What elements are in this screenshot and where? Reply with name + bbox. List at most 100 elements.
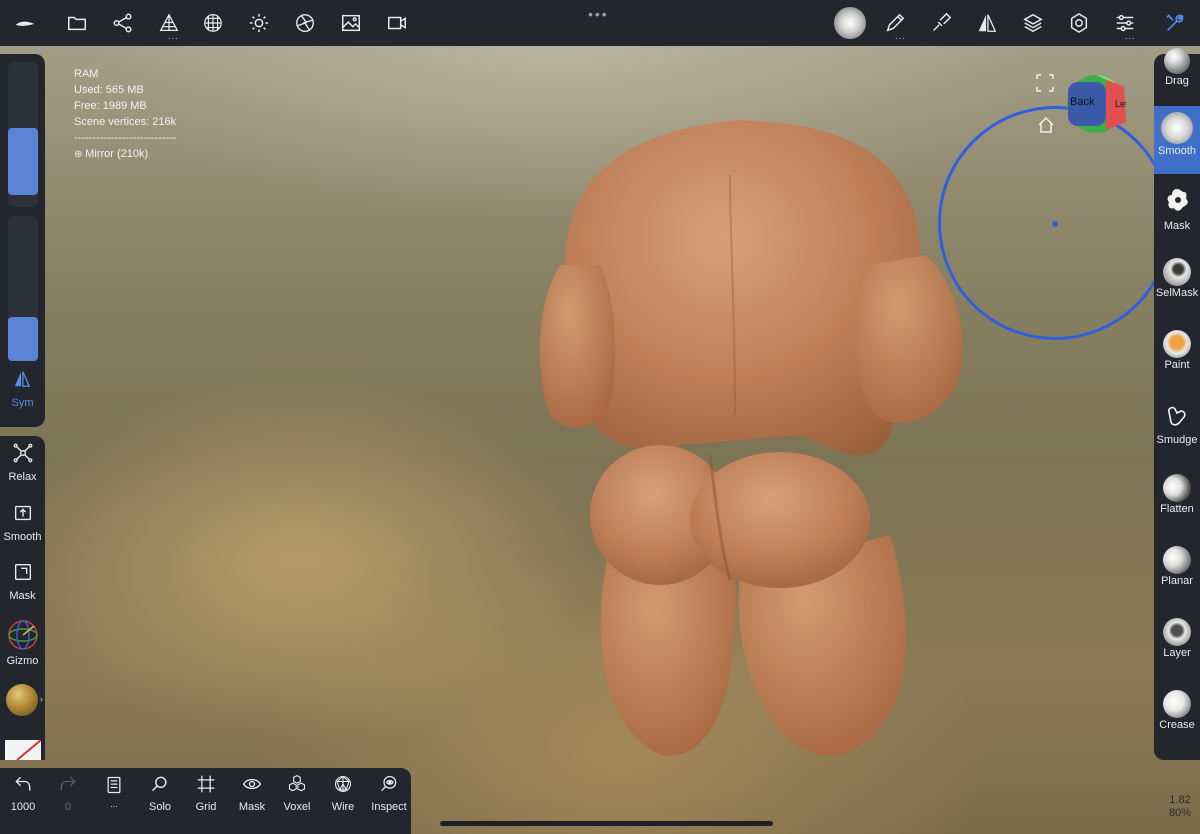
symmetry-icon[interactable] <box>974 10 1000 36</box>
radius-slider-fill <box>8 128 38 195</box>
nav-cube-left-label: Lef <box>1115 99 1126 109</box>
gizmo-icon <box>7 620 38 650</box>
left-tools-panel: Relax Smooth Mask Gizmo › <box>0 436 45 760</box>
layers-icon[interactable] <box>1020 10 1046 36</box>
mirror-label: Mirror (210k) <box>85 148 149 160</box>
color-swatch-icon[interactable] <box>5 740 41 760</box>
selmask-tool[interactable]: SelMask <box>1154 258 1200 299</box>
relax-label: Relax <box>8 471 37 483</box>
history-button[interactable]: ... <box>92 774 136 809</box>
planar-icon <box>1163 546 1191 574</box>
wire-button[interactable]: Wire <box>321 774 365 813</box>
grid-button[interactable]: Grid <box>184 774 228 813</box>
crease-tool[interactable]: Crease <box>1154 690 1200 731</box>
planar-label: Planar <box>1161 575 1193 587</box>
wire-icon <box>334 775 352 793</box>
mirror-line: ⊛ Mirror (210k) <box>74 146 177 163</box>
zoom-readout: 1.82 80% <box>1160 794 1200 820</box>
drag-tool[interactable]: Drag <box>1154 48 1200 100</box>
redo-count: 0 <box>64 801 72 813</box>
gizmo-tool[interactable]: Gizmo <box>0 618 45 667</box>
drag-label: Drag <box>1165 75 1189 87</box>
flatten-icon <box>1163 474 1191 502</box>
mask-box-icon <box>14 563 31 581</box>
gizmo-label: Gizmo <box>6 655 39 667</box>
image-icon[interactable] <box>338 10 364 36</box>
grid-label: Grid <box>195 801 217 813</box>
wire-label: Wire <box>331 801 355 813</box>
smudge-tool[interactable]: Smudge <box>1154 402 1200 446</box>
solo-label: Solo <box>148 801 172 813</box>
home-view-icon[interactable] <box>1037 116 1055 139</box>
voxel-label: Voxel <box>283 801 311 813</box>
planar-tool[interactable]: Planar <box>1154 546 1200 587</box>
layer-icon <box>1163 618 1191 646</box>
folder-icon[interactable] <box>64 10 90 36</box>
stats-divider: ---------------------------- <box>74 132 177 144</box>
smooth-box-label: Smooth <box>3 531 42 543</box>
radius-slider[interactable] <box>8 62 38 207</box>
brush-alpha-icon[interactable] <box>834 7 866 39</box>
mask-splat-icon <box>1167 189 1188 211</box>
left-slider-panel: Sym <box>0 54 45 427</box>
camera-aperture-icon[interactable] <box>292 10 318 36</box>
navigation-cube[interactable]: Back Lef <box>1066 74 1126 134</box>
multires-icon[interactable] <box>200 10 226 36</box>
inspect-label: Inspect <box>371 801 407 813</box>
search-icon <box>151 776 167 792</box>
intensity-slider[interactable] <box>8 216 38 361</box>
solo-button[interactable]: Solo <box>138 774 182 813</box>
app-logo-icon[interactable] <box>12 10 38 36</box>
ram-free: Free: 1989 MB <box>74 100 147 112</box>
home-indicator[interactable] <box>440 821 773 826</box>
mask-box-label: Mask <box>9 590 36 602</box>
undo-icon <box>15 776 31 791</box>
symmetry-small-icon[interactable] <box>11 370 33 393</box>
layer-label: Layer <box>1163 647 1191 659</box>
smooth-tool[interactable]: Smooth <box>1154 106 1200 174</box>
ram-label: RAM <box>74 68 99 80</box>
undo-count: 1000 <box>10 801 36 813</box>
smooth-box-tool[interactable]: Smooth <box>0 502 45 543</box>
selmask-label: SelMask <box>1155 287 1199 299</box>
relax-tool[interactable]: Relax <box>0 442 45 483</box>
smooth-box-icon <box>14 505 31 521</box>
stats-overlay: RAM Used: 565 MB Free: 1989 MB Scene ver… <box>74 66 177 163</box>
ram-used: Used: 565 MB <box>74 84 144 96</box>
undo-button[interactable]: 1000 <box>1 774 45 813</box>
frame-icon[interactable] <box>1036 74 1054 97</box>
scene-tree-icon[interactable] <box>110 10 136 36</box>
mirror-icon: ⊛ <box>74 149 86 160</box>
material-ball-icon[interactable] <box>6 684 38 716</box>
sym-label[interactable]: Sym <box>0 397 45 409</box>
scene-vertices: Scene vertices: 216k <box>74 116 177 128</box>
mask-tool[interactable]: Mask <box>1154 186 1200 232</box>
flatten-label: Flatten <box>1160 503 1194 515</box>
voxel-icon <box>288 775 306 792</box>
mask-box-tool[interactable]: Mask <box>0 561 45 602</box>
inspect-button[interactable]: Inspect <box>367 774 411 813</box>
smooth-label: Smooth <box>1158 145 1196 157</box>
crease-label: Crease <box>1159 719 1195 731</box>
flatten-tool[interactable]: Flatten <box>1154 474 1200 515</box>
video-icon[interactable] <box>384 10 410 36</box>
sculpt-model[interactable] <box>530 115 970 765</box>
top-toolbar: ... ••• ... ... <box>0 0 1200 46</box>
smooth-brush-icon <box>1161 112 1193 144</box>
drag-handle-icon[interactable]: ••• <box>588 6 609 22</box>
tools-icon[interactable] <box>1162 10 1188 36</box>
selmask-icon <box>1163 258 1191 286</box>
light-icon[interactable] <box>246 10 272 36</box>
gear-icon[interactable] <box>1066 10 1092 36</box>
voxel-button[interactable]: Voxel <box>275 774 319 813</box>
redo-button[interactable]: 0 <box>46 774 90 813</box>
layer-tool[interactable]: Layer <box>1154 618 1200 659</box>
paint-brush-icon[interactable] <box>928 10 954 36</box>
mask-visibility-button[interactable]: Mask <box>230 774 274 813</box>
eye-icon <box>242 778 262 790</box>
paint-tool[interactable]: Paint <box>1154 330 1200 371</box>
mask-label: Mask <box>1163 220 1191 232</box>
history-more-dots: ... <box>110 799 118 809</box>
grid-icon <box>197 775 215 793</box>
smudge-finger-icon <box>1168 406 1186 426</box>
